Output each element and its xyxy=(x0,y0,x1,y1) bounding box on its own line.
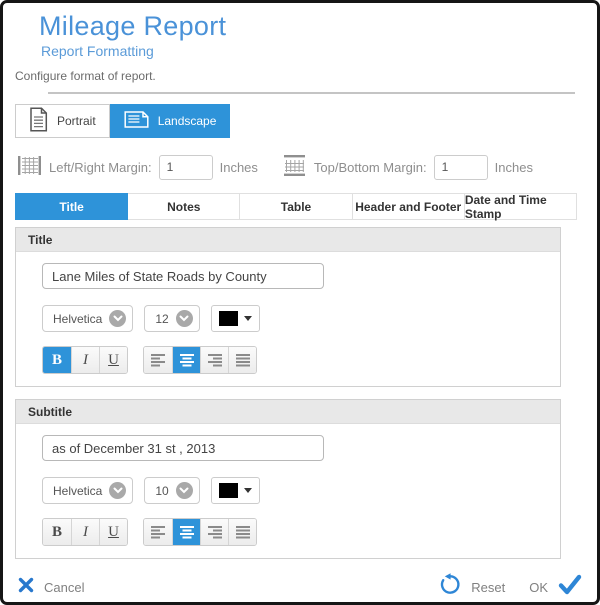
ok-label: OK xyxy=(529,580,548,595)
x-icon xyxy=(18,577,34,598)
subtitle-section-heading: Subtitle xyxy=(16,400,560,424)
align-right-icon xyxy=(207,353,223,367)
checkmark-icon xyxy=(558,574,582,600)
subtitle-align-right-button[interactable] xyxy=(200,519,228,545)
title-alignment-group xyxy=(143,346,257,374)
orientation-toggle: Portrait Landscape xyxy=(15,104,597,138)
page-title: Mileage Report xyxy=(39,11,597,42)
subtitle-font-size-value: 10 xyxy=(155,484,168,498)
subtitle-font-size-dropdown[interactable]: 10 xyxy=(144,477,199,504)
report-formatting-dialog: Mileage Report Report Formatting Configu… xyxy=(0,0,600,605)
tab-date-and-time-stamp[interactable]: Date and Time Stamp xyxy=(464,193,577,220)
subtitle-font-color-picker[interactable] xyxy=(211,477,260,504)
subtitle-italic-button[interactable]: I xyxy=(71,519,99,545)
color-swatch-icon xyxy=(219,483,238,498)
title-font-family-dropdown[interactable]: Helvetica xyxy=(42,305,133,332)
align-center-icon xyxy=(179,353,195,367)
tab-title[interactable]: Title xyxy=(15,193,128,220)
subtitle-underline-button[interactable]: U xyxy=(99,519,127,545)
color-swatch-icon xyxy=(219,311,238,326)
title-text-input[interactable] xyxy=(42,263,324,289)
subtitle-text-input[interactable] xyxy=(42,435,324,461)
title-style-group: B I U xyxy=(42,346,128,374)
tab-notes[interactable]: Notes xyxy=(127,193,240,220)
title-italic-button[interactable]: I xyxy=(71,347,99,373)
subtitle-font-family-dropdown[interactable]: Helvetica xyxy=(42,477,133,504)
landscape-label: Landscape xyxy=(158,114,217,128)
title-font-size-value: 12 xyxy=(155,312,168,326)
portrait-button[interactable]: Portrait xyxy=(15,104,110,138)
reset-button[interactable]: Reset xyxy=(438,573,505,601)
subtitle-bold-button[interactable]: B xyxy=(43,519,71,545)
title-align-right-button[interactable] xyxy=(200,347,228,373)
align-center-icon xyxy=(179,525,195,539)
align-justify-icon xyxy=(235,525,251,539)
top-bottom-margin-group: Top/Bottom Margin: Inches xyxy=(282,154,533,180)
subtitle-style-group: B I U xyxy=(42,518,128,546)
title-align-left-button[interactable] xyxy=(144,347,172,373)
margins-row: Left/Right Margin: Inches Top/Bottom Mar… xyxy=(17,154,597,180)
align-right-icon xyxy=(207,525,223,539)
divider xyxy=(48,92,575,94)
subtitle-align-justify-button[interactable] xyxy=(228,519,256,545)
subtitle-align-center-button[interactable] xyxy=(172,519,200,545)
tab-header-and-footer[interactable]: Header and Footer xyxy=(352,193,465,220)
reset-label: Reset xyxy=(471,580,505,595)
left-right-margin-input[interactable] xyxy=(159,155,213,180)
row-margin-grid-icon xyxy=(282,154,307,180)
chevron-down-circle-icon xyxy=(176,482,193,499)
title-underline-button[interactable]: U xyxy=(99,347,127,373)
title-font-size-dropdown[interactable]: 12 xyxy=(144,305,199,332)
page-description: Configure format of report. xyxy=(15,69,597,83)
left-right-margin-unit: Inches xyxy=(220,160,258,175)
tab-bar: Title Notes Table Header and Footer Date… xyxy=(15,193,577,220)
reset-arrow-icon xyxy=(438,573,461,601)
subtitle-alignment-group xyxy=(143,518,257,546)
left-right-margin-label: Left/Right Margin: xyxy=(49,160,152,175)
subtitle-section: Subtitle Helvetica 10 xyxy=(15,399,561,559)
caret-down-icon xyxy=(244,316,252,321)
title-bold-button[interactable]: B xyxy=(43,347,71,373)
landscape-button[interactable]: Landscape xyxy=(110,104,231,138)
caret-down-icon xyxy=(244,488,252,493)
cancel-button[interactable]: Cancel xyxy=(18,577,84,598)
top-bottom-margin-input[interactable] xyxy=(434,155,488,180)
title-font-color-picker[interactable] xyxy=(211,305,260,332)
chevron-down-circle-icon xyxy=(176,310,193,327)
title-align-center-button[interactable] xyxy=(172,347,200,373)
title-section-heading: Title xyxy=(16,228,560,252)
align-left-icon xyxy=(150,353,166,367)
chevron-down-circle-icon xyxy=(109,310,126,327)
title-font-family-value: Helvetica xyxy=(53,312,102,326)
chevron-down-circle-icon xyxy=(109,482,126,499)
portrait-label: Portrait xyxy=(57,114,96,128)
align-left-icon xyxy=(150,525,166,539)
subtitle-align-left-button[interactable] xyxy=(144,519,172,545)
title-section: Title Helvetica 12 xyxy=(15,227,561,387)
landscape-page-icon xyxy=(124,110,149,132)
tab-table[interactable]: Table xyxy=(239,193,352,220)
dialog-footer: Cancel Reset OK xyxy=(3,568,597,605)
column-margin-grid-icon xyxy=(17,154,42,180)
title-align-justify-button[interactable] xyxy=(228,347,256,373)
portrait-page-icon xyxy=(29,107,48,135)
left-right-margin-group: Left/Right Margin: Inches xyxy=(17,154,258,180)
page-subtitle: Report Formatting xyxy=(41,43,597,59)
top-bottom-margin-label: Top/Bottom Margin: xyxy=(314,160,427,175)
align-justify-icon xyxy=(235,353,251,367)
top-bottom-margin-unit: Inches xyxy=(495,160,533,175)
cancel-label: Cancel xyxy=(44,580,84,595)
subtitle-font-family-value: Helvetica xyxy=(53,484,102,498)
ok-button[interactable]: OK xyxy=(529,574,582,600)
